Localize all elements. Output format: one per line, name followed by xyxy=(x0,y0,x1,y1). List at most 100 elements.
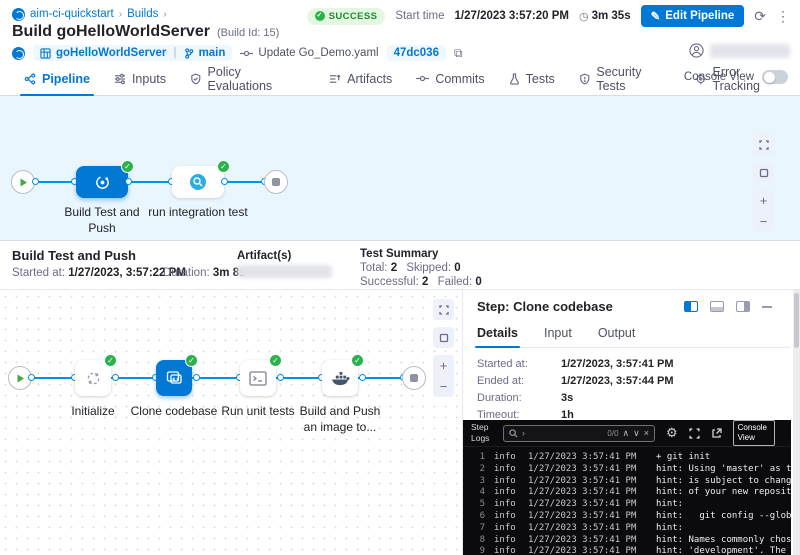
layout-bottom-icon[interactable] xyxy=(710,301,724,312)
console-header: Step Logs › 0/0 ∧ ∨ × ⚙ Console View xyxy=(463,420,791,447)
fit-view-icon xyxy=(439,333,449,343)
breadcrumb-separator: › xyxy=(163,9,166,20)
step-label[interactable]: Clone codebase xyxy=(128,403,220,419)
fullscreen-button[interactable] xyxy=(753,134,774,155)
search-next-icon[interactable]: ∨ xyxy=(633,428,640,439)
refresh-button[interactable]: ⟳ xyxy=(754,9,766,23)
fit-view-icon xyxy=(759,168,769,178)
step-node-initialize[interactable]: ✓ xyxy=(75,360,111,396)
fit-to-screen-button[interactable] xyxy=(753,162,774,183)
commit-message: Update Go_Demo.yaml xyxy=(258,47,378,59)
expand-logs-icon[interactable] xyxy=(689,428,700,439)
zoom-out-button[interactable]: − xyxy=(433,376,454,397)
console-view-toggle[interactable] xyxy=(762,70,788,84)
branch-icon xyxy=(184,48,194,59)
failed-value: 0 xyxy=(475,276,481,288)
log-search-input[interactable]: › 0/0 ∧ ∨ × xyxy=(503,425,655,442)
console-view-button[interactable]: Console View xyxy=(733,420,775,445)
edit-pipeline-button[interactable]: ✎ Edit Pipeline xyxy=(641,5,745,27)
breadcrumb-project[interactable]: aim-ci-quickstart xyxy=(30,8,114,20)
tab-label: Security Tests xyxy=(596,65,671,93)
success-check-icon: ✓ xyxy=(121,160,134,173)
log-line: 8info1/27/2023 3:57:41 PMhint: Names com… xyxy=(463,535,791,547)
edge-connector xyxy=(193,374,200,381)
console-title: Step Logs xyxy=(471,422,503,443)
test-summary-title: Test Summary xyxy=(360,248,438,260)
tab-pipeline[interactable]: Pipeline xyxy=(12,62,102,95)
tab-security-tests[interactable]: Security Tests xyxy=(567,62,683,95)
tab-bar: Pipeline Inputs Policy Evaluations Artif… xyxy=(0,62,800,96)
stage-label[interactable]: run integration test xyxy=(148,204,248,220)
search-prev-icon[interactable]: ∧ xyxy=(623,428,630,439)
tab-tests[interactable]: Tests xyxy=(497,62,567,95)
breadcrumb-separator: › xyxy=(119,9,122,20)
console-toolbar: ⚙ Console View xyxy=(666,420,775,445)
log-settings-icon[interactable]: ⚙ xyxy=(666,425,678,441)
console-view-label: Console View xyxy=(684,71,754,83)
tab-label: Commits xyxy=(435,72,484,86)
step-label[interactable]: Run unit tests xyxy=(214,403,302,419)
start-time-value: 1/27/2023 3:57:20 PM xyxy=(455,10,569,22)
log-lines[interactable]: 1info1/27/2023 3:57:41 PM+ git init 2inf… xyxy=(463,452,791,555)
edge xyxy=(225,181,265,183)
tab-inputs[interactable]: Inputs xyxy=(102,62,178,95)
tab-policy-evaluations[interactable]: Policy Evaluations xyxy=(178,62,317,95)
stop-icon xyxy=(410,374,418,382)
copy-icon[interactable]: ⧉ xyxy=(454,46,463,61)
stage-details-title: Build Test and Push xyxy=(12,248,136,263)
scrollbar-thumb[interactable] xyxy=(794,293,799,348)
log-line: 2info1/27/2023 3:57:41 PMhint: Using 'ma… xyxy=(463,464,791,476)
more-options-button[interactable]: ⋮ xyxy=(776,9,790,23)
execution-end-node[interactable] xyxy=(402,366,426,390)
search-close-icon[interactable]: × xyxy=(644,428,649,438)
step-label[interactable]: Build and Push an image to... xyxy=(292,403,388,435)
breadcrumb-builds[interactable]: Builds xyxy=(127,8,158,20)
tab-input[interactable]: Input xyxy=(544,322,572,347)
step-node-run-unit-tests[interactable]: ✓ xyxy=(240,360,276,396)
panel-scrollbar[interactable] xyxy=(793,290,800,555)
open-in-new-icon[interactable] xyxy=(711,428,722,439)
branch-name[interactable]: main xyxy=(199,47,226,59)
stage-started-at: Started at: 1/27/2023, 3:57:22 PM xyxy=(12,267,186,279)
tab-label: Pipeline xyxy=(42,72,90,86)
edge-connector xyxy=(125,178,132,185)
stage-node-run-integration-test[interactable]: ✓ xyxy=(172,166,224,198)
zoom-in-button[interactable]: + xyxy=(753,190,774,211)
layout-split-right-icon[interactable] xyxy=(684,301,698,312)
redacted-artifact-value xyxy=(237,265,332,278)
stage-label[interactable]: Build Test and Push xyxy=(57,204,147,236)
tab-details[interactable]: Details xyxy=(477,322,518,347)
page-title: Build goHelloWorldServer xyxy=(12,23,210,41)
zoom-in-button[interactable]: + xyxy=(433,355,454,376)
repo-name[interactable]: goHelloWorldServer xyxy=(56,47,166,59)
commit-hash[interactable]: 47dc036 xyxy=(387,45,446,61)
success-check-icon: ✓ xyxy=(217,160,230,173)
log-line: 5info1/27/2023 3:57:41 PMhint: xyxy=(463,499,791,511)
zoom-out-button[interactable]: − xyxy=(753,211,774,232)
tab-label: Inputs xyxy=(132,72,166,86)
field-row: Duration: 3s xyxy=(477,392,674,405)
tab-output[interactable]: Output xyxy=(598,322,636,347)
tab-commits[interactable]: Commits xyxy=(404,62,496,95)
step-panel-tabs: Details Input Output xyxy=(477,322,790,348)
commits-icon xyxy=(416,74,429,83)
tab-artifacts[interactable]: Artifacts xyxy=(317,62,404,95)
stage-node-build-test-and-push[interactable]: ✓ xyxy=(76,166,128,198)
stage-graph-canvas[interactable]: ✓ ✓ Build Test and Push run integration … xyxy=(0,96,800,240)
log-line: 9info1/27/2023 3:57:41 PMhint: 'developm… xyxy=(463,546,791,555)
test-summary-row1: Total: 2 Skipped: 0 xyxy=(360,262,461,274)
search-prompt-icon: › xyxy=(522,428,525,438)
step-node-build-and-push[interactable]: ✓ xyxy=(322,360,358,396)
log-line: 7info1/27/2023 3:57:41 PMhint: xyxy=(463,523,791,535)
fit-to-screen-button[interactable] xyxy=(433,327,454,348)
execution-graph-canvas[interactable]: ✓ ✓ ✓ ✓ Initialize Clone codebase Run un… xyxy=(0,291,458,555)
step-node-clone-codebase[interactable]: ✓ xyxy=(156,360,192,396)
step-label[interactable]: Initialize xyxy=(52,403,134,419)
fullscreen-button[interactable] xyxy=(433,299,454,320)
minimize-panel-icon[interactable] xyxy=(762,306,772,308)
layout-right-icon[interactable] xyxy=(736,301,750,312)
repo-branch-chip[interactable]: goHelloWorldServer | main xyxy=(33,45,232,61)
build-execution-page: aim-ci-quickstart › Builds › ✓ SUCCESS S… xyxy=(0,0,800,555)
stop-icon xyxy=(272,178,280,186)
pipeline-end-node[interactable] xyxy=(264,170,288,194)
